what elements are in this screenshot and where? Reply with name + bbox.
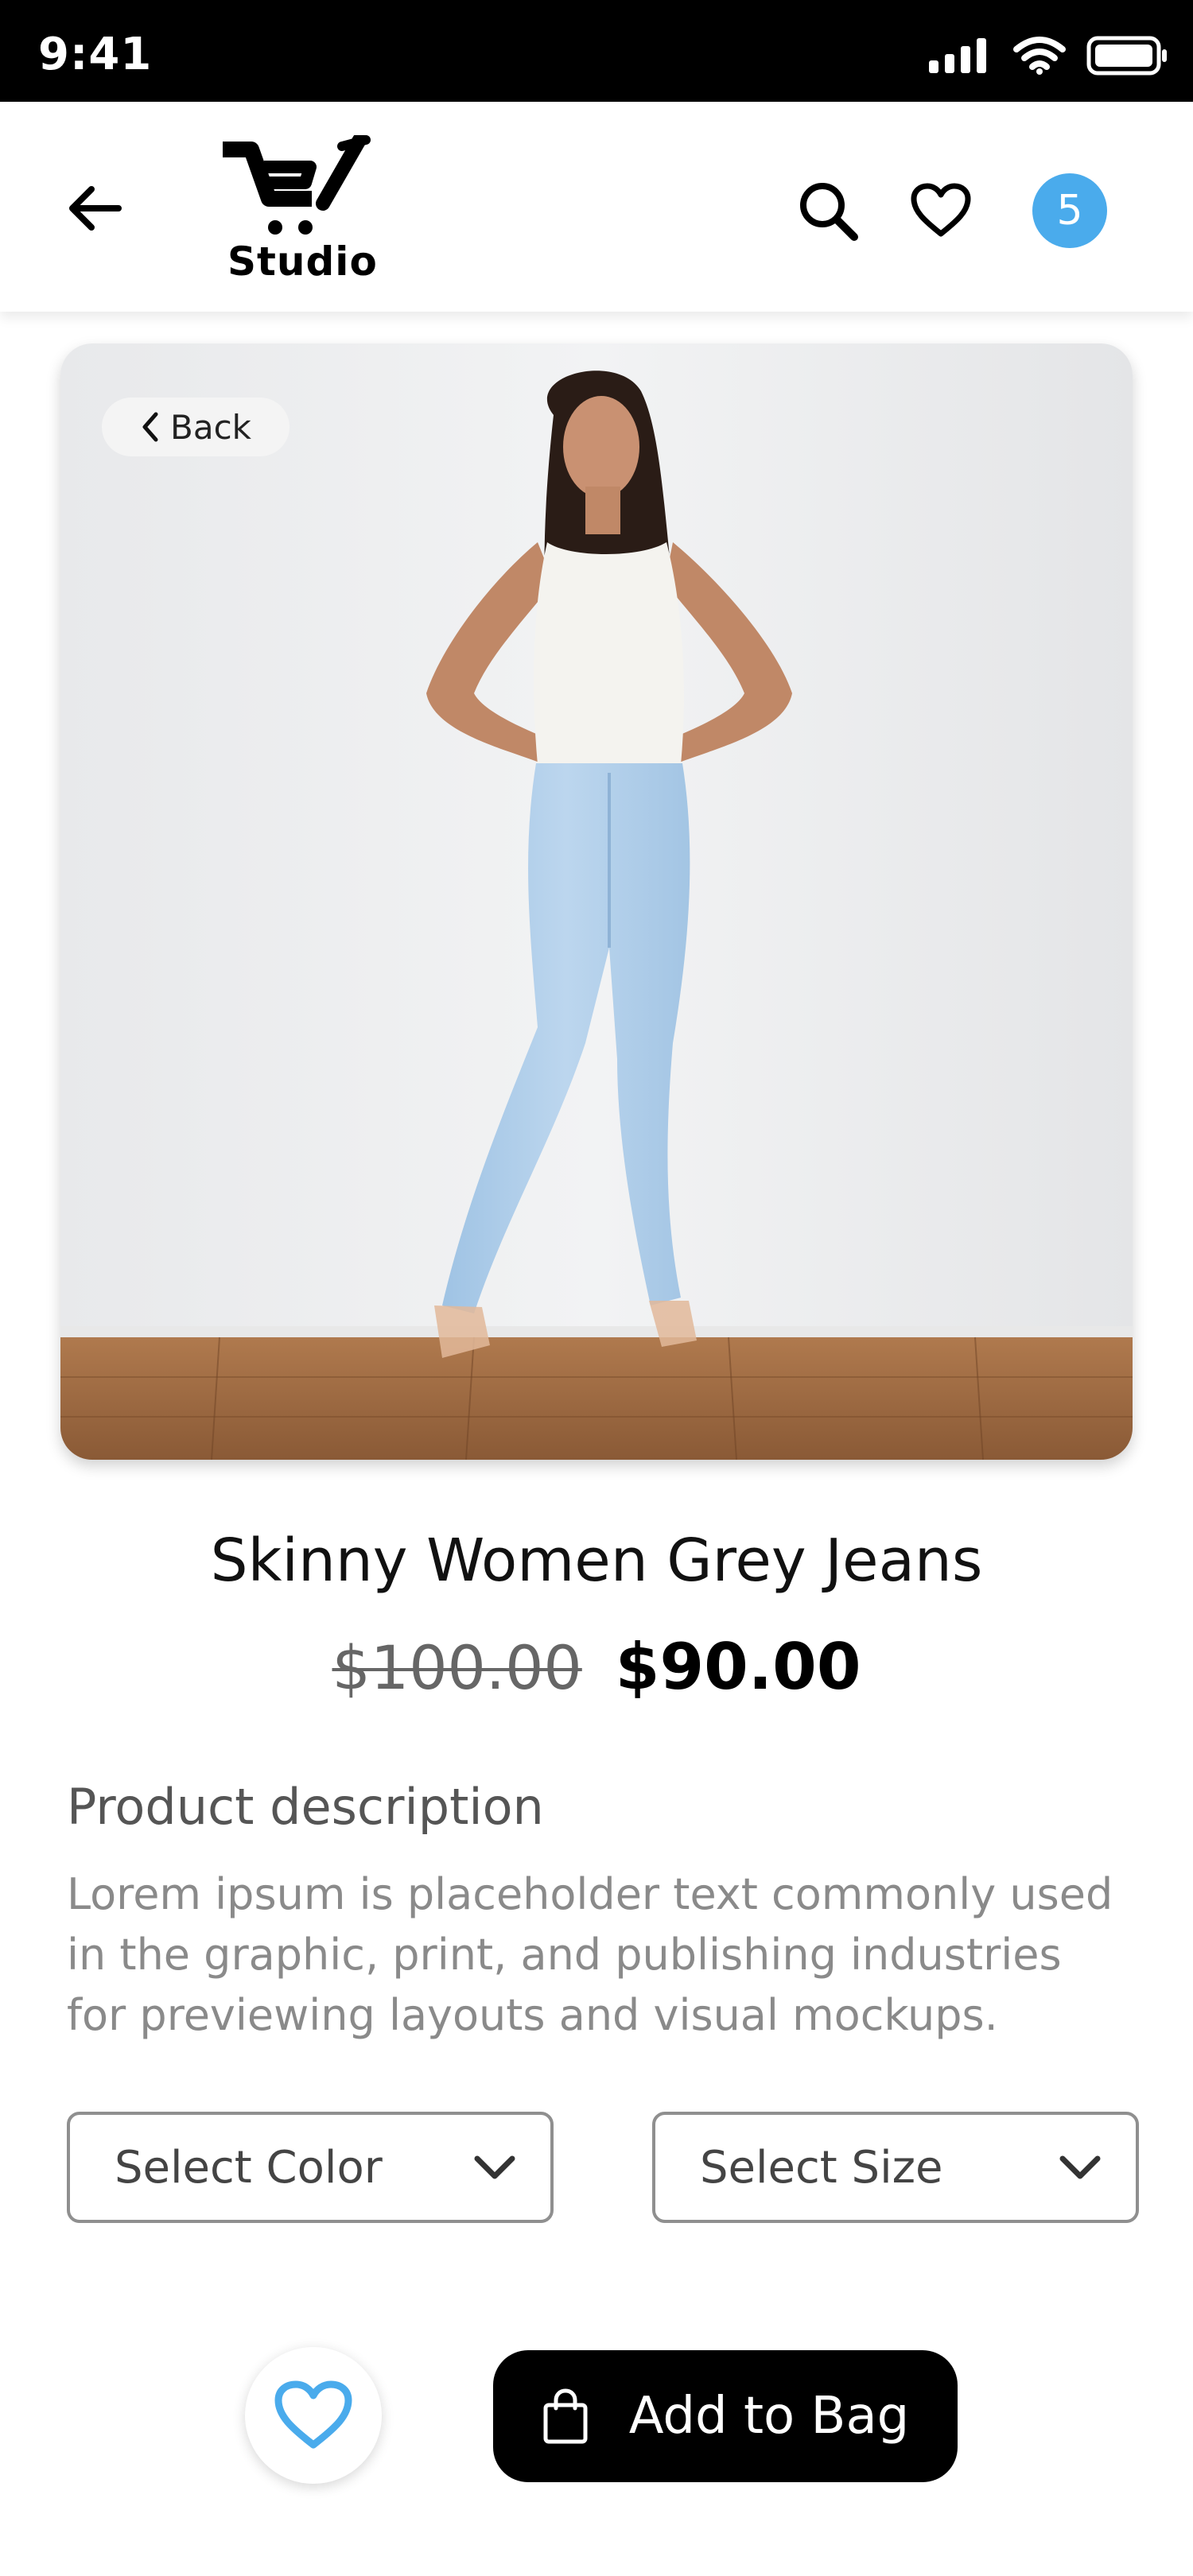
- status-icons: [929, 32, 1169, 80]
- product-photo: [60, 343, 1133, 1460]
- product-image: Back: [60, 343, 1133, 1460]
- back-pill-label: Back: [170, 407, 251, 447]
- select-size-dropdown[interactable]: Select Size: [652, 2112, 1139, 2223]
- add-to-bag-label: Add to Bag: [628, 2387, 910, 2446]
- status-time: 9:41: [38, 29, 153, 80]
- original-price: $100.00: [332, 1632, 582, 1703]
- shopping-bag-icon: [543, 2388, 588, 2444]
- select-color-label: Select Color: [115, 2141, 383, 2194]
- select-size-label: Select Size: [700, 2141, 943, 2194]
- search-button[interactable]: [792, 175, 864, 246]
- heart-outline-icon: [911, 183, 971, 237]
- chevron-left-icon: [142, 412, 158, 442]
- cart-logo-icon: [223, 135, 371, 235]
- image-back-button[interactable]: Back: [102, 398, 290, 456]
- battery-icon: [1086, 36, 1167, 76]
- add-to-bag-button[interactable]: Add to Bag: [493, 2350, 958, 2482]
- favorite-button[interactable]: [245, 2347, 382, 2484]
- description-heading: Product description: [67, 1778, 544, 1836]
- select-color-dropdown[interactable]: Select Color: [67, 2112, 554, 2223]
- chevron-down-icon: [474, 2155, 515, 2179]
- studio-logo[interactable]: Studio: [220, 135, 379, 294]
- wishlist-button[interactable]: [905, 175, 977, 246]
- wifi-icon: [1013, 37, 1066, 75]
- arrow-left-icon: [69, 186, 122, 231]
- app-header: Studio: [0, 102, 1193, 312]
- description-text: Lorem ipsum is placeholder text commonly…: [67, 1869, 1113, 2040]
- product-title: Skinny Women Grey Jeans: [210, 1527, 983, 1595]
- chevron-down-icon: [1059, 2155, 1101, 2179]
- heart-outline-icon: [274, 2380, 352, 2449]
- back-arrow-button[interactable]: [62, 177, 126, 240]
- search-icon: [800, 183, 858, 241]
- price-row: $100.00 $90.00: [0, 1630, 1193, 1704]
- logo-text: Studio: [227, 239, 378, 285]
- sale-price: $90.00: [615, 1630, 861, 1704]
- status-bar: 9:41: [0, 0, 1193, 102]
- signal-icon: [929, 38, 986, 73]
- cart-count-badge[interactable]: 5: [1032, 173, 1107, 248]
